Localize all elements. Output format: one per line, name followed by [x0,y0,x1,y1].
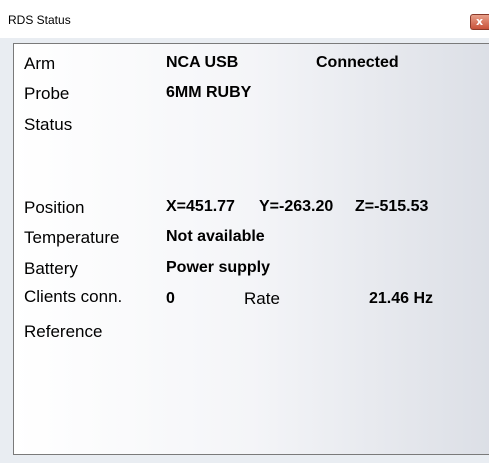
position-z-value: Z=-515.53 [355,198,429,215]
window-title: RDS Status [8,13,71,27]
battery-value: Power supply [166,259,271,276]
arm-label: Arm [24,54,56,73]
temperature-label: Temperature [24,228,120,247]
close-icon: x [476,15,484,28]
status-label: Status [24,115,73,134]
rate-value: 21.46 Hz [369,290,434,307]
probe-label: Probe [24,84,70,103]
position-y-value: Y=-263.20 [259,198,334,215]
clients-label: Clients conn. [24,287,123,306]
position-label: Position [24,198,85,217]
temperature-value: Not available [166,228,265,245]
title-bar[interactable]: RDS Status x [0,0,489,38]
arm-connection-status: Connected [316,54,399,71]
clients-value: 0 [166,290,175,307]
position-x-value: X=451.77 [166,198,235,215]
close-button[interactable]: x [470,14,489,30]
battery-label: Battery [24,259,78,278]
arm-value: NCA USB [166,54,239,71]
reference-label: Reference [24,322,103,341]
rate-label: Rate [244,289,280,308]
rds-status-window: RDS Status x Arm NCA USB Connected Probe… [0,0,489,463]
status-panel: Arm NCA USB Connected Probe 6MM RUBY Sta… [13,43,489,455]
probe-value: 6MM RUBY [166,84,252,101]
